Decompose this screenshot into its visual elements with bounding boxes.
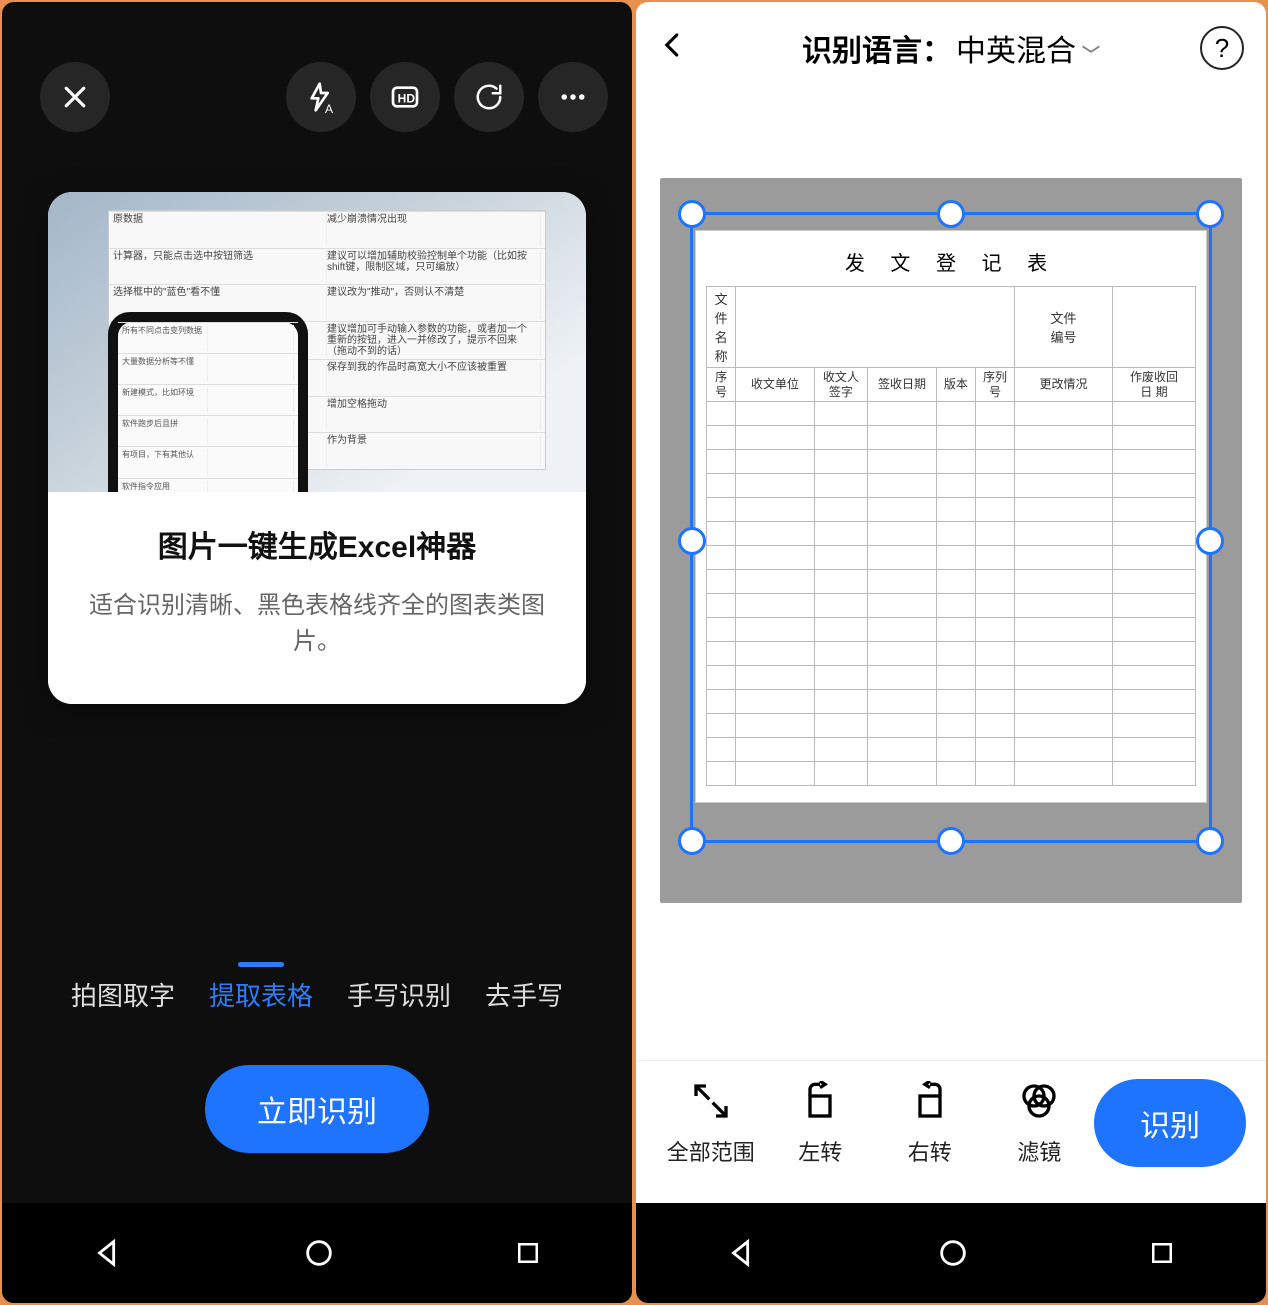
tab-remove-hw[interactable]: 去手写 <box>485 962 563 1013</box>
android-navbar <box>2 1203 632 1303</box>
tool-label: 左转 <box>798 1135 842 1167</box>
crop-handle-bl[interactable] <box>678 827 706 855</box>
tab-photo-text[interactable]: 拍图取字 <box>71 962 175 1013</box>
help-icon: ? <box>1215 33 1229 64</box>
tool-rotate-right[interactable]: 右转 <box>875 1081 985 1167</box>
flash-auto-icon: A <box>305 81 337 113</box>
recognize-button[interactable]: 识别 <box>1094 1079 1246 1167</box>
filter-icon <box>1019 1081 1059 1127</box>
tool-filter[interactable]: 滤镜 <box>985 1081 1095 1167</box>
close-button[interactable] <box>40 62 110 132</box>
crop-handle-tl[interactable] <box>678 200 706 228</box>
crop-handle-tr[interactable] <box>1196 200 1224 228</box>
tab-extract-table[interactable]: 提取表格 <box>209 962 313 1013</box>
crop-handle-br[interactable] <box>1196 827 1224 855</box>
language-label: 识别语言： <box>802 35 952 68</box>
tip-card-image: 原数据减少崩溃情况出现 计算器，只能点击选中按钮筛选建议可以增加辅助校验控制单个… <box>48 192 586 492</box>
expand-icon <box>691 1081 731 1127</box>
mode-tabs: 拍图取字 提取表格 手写识别 去手写 <box>2 962 632 1013</box>
back-button[interactable] <box>658 30 702 66</box>
tool-label: 滤镜 <box>1017 1135 1061 1167</box>
chevron-down-icon: ﹀ <box>1082 45 1100 65</box>
tool-full-range[interactable]: 全部范围 <box>656 1081 766 1167</box>
hd-icon: HD <box>389 81 421 113</box>
tip-card: 原数据减少崩溃情况出现 计算器，只能点击选中按钮筛选建议可以增加辅助校验控制单个… <box>48 192 586 704</box>
flash-button[interactable]: A <box>286 62 356 132</box>
svg-text:A: A <box>325 102 333 113</box>
crop-handle-bm[interactable] <box>937 827 965 855</box>
nav-recent-icon[interactable] <box>1147 1238 1177 1268</box>
nav-home-icon[interactable] <box>302 1236 336 1270</box>
crop-box[interactable] <box>690 212 1212 843</box>
language-value: 中英混合 <box>956 35 1076 68</box>
crop-handle-ml[interactable] <box>678 527 706 555</box>
more-dots-icon <box>558 82 588 112</box>
language-selector[interactable]: 识别语言：中英混合 ﹀ <box>702 26 1200 70</box>
nav-back-icon[interactable] <box>91 1236 125 1270</box>
refresh-icon <box>474 82 504 112</box>
rotate-left-icon <box>800 1081 840 1127</box>
help-button[interactable]: ? <box>1200 26 1244 70</box>
close-icon <box>60 82 90 112</box>
svg-text:HD: HD <box>398 91 416 105</box>
tool-label: 右转 <box>908 1135 952 1167</box>
tab-handwriting[interactable]: 手写识别 <box>347 962 451 1013</box>
nav-recent-icon[interactable] <box>513 1238 543 1268</box>
more-button[interactable] <box>538 62 608 132</box>
hd-button[interactable]: HD <box>370 62 440 132</box>
tool-label: 全部范围 <box>667 1135 755 1167</box>
tip-card-title: 图片一键生成Excel神器 <box>74 522 560 566</box>
nav-home-icon[interactable] <box>936 1236 970 1270</box>
crop-editor[interactable]: 发 文 登 记 表 文件 名 称 文件 编号 序 号 收文单位 收文人 签字 签… <box>660 178 1242 903</box>
recognize-now-button[interactable]: 立即识别 <box>205 1065 429 1153</box>
switch-camera-button[interactable] <box>454 62 524 132</box>
tool-rotate-left[interactable]: 左转 <box>766 1081 876 1167</box>
android-navbar <box>636 1203 1266 1303</box>
crop-handle-tm[interactable] <box>937 200 965 228</box>
tip-card-desc: 适合识别清晰、黑色表格线齐全的图表类图片。 <box>74 588 560 660</box>
rotate-right-icon <box>910 1081 950 1127</box>
crop-handle-mr[interactable] <box>1196 527 1224 555</box>
nav-back-icon[interactable] <box>725 1236 759 1270</box>
